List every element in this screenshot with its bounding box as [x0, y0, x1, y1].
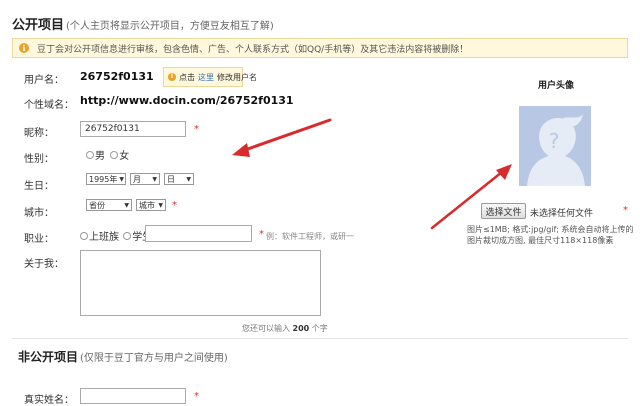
realname-required-mark: *: [194, 391, 199, 402]
realname-input[interactable]: [80, 388, 186, 404]
private-section-title-text: 非公开项目: [18, 350, 79, 364]
realname-label: 真实姓名：: [24, 395, 74, 406]
private-section-title: 非公开项目 (仅限于豆丁官方与用户之间使用): [18, 348, 228, 365]
private-section-subtitle: (仅限于豆丁官方与用户之间使用): [80, 353, 228, 364]
annotation-arrows: [232, 118, 512, 230]
section-divider: [12, 338, 628, 339]
arrow-to-avatar-icon: [430, 164, 512, 230]
arrow-to-form-icon: [232, 118, 332, 157]
